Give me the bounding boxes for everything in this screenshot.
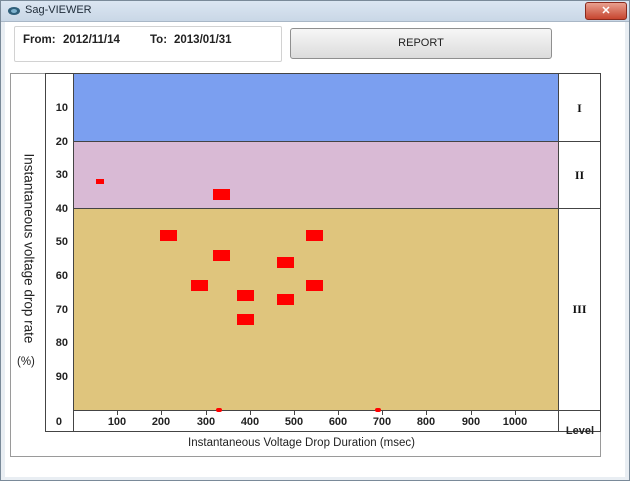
y-axis-unit: (%) [17, 356, 35, 368]
x-tick-label: 500 [284, 416, 304, 428]
y-tick-label: 60 [55, 270, 68, 282]
level-header: Level [565, 425, 595, 437]
to-label: To: [150, 34, 168, 46]
level-band-ii [73, 141, 558, 208]
data-point [216, 408, 223, 412]
level-column-divider [558, 73, 559, 432]
x-tick-mark [117, 410, 118, 415]
x-tick-mark [294, 410, 295, 415]
x-tick-mark [250, 410, 251, 415]
x-tick-mark [515, 410, 516, 415]
y-axis-label: Instantaneous voltage drop rate [21, 153, 37, 344]
data-point [212, 249, 230, 261]
date-range-box: From: 2012/11/14 To: 2013/01/31 [14, 26, 282, 62]
level-i-label: I [577, 101, 582, 115]
y-tick-label: 30 [55, 169, 68, 181]
data-point [305, 229, 323, 241]
x-axis-title: Instantaneous Voltage Drop Duration (mse… [188, 437, 415, 449]
x-tick-label: 100 [107, 416, 127, 428]
x-tick-label: 1000 [502, 416, 528, 428]
y-tick-label: 70 [55, 304, 68, 316]
title-bar[interactable]: Sag-VIEWER ✕ [1, 1, 629, 22]
data-point [276, 256, 294, 268]
close-button[interactable]: ✕ [585, 2, 627, 20]
y-axis-title: Instantaneous voltage drop rate [22, 148, 37, 348]
to-date: 2013/01/31 [174, 34, 232, 46]
y-tick-label: 20 [55, 136, 68, 148]
x-tick-mark [471, 410, 472, 415]
x-tick-mark [338, 410, 339, 415]
y-tick-label: 10 [55, 102, 68, 114]
x-tick-mark [206, 410, 207, 415]
app-eye-icon [8, 7, 20, 15]
data-point [237, 313, 255, 325]
x-tick-label: 900 [461, 416, 481, 428]
data-point [276, 293, 294, 305]
data-point [95, 179, 104, 185]
from-label: From: [23, 34, 56, 46]
x-tick-label: 600 [328, 416, 348, 428]
data-point [159, 229, 177, 241]
level-iii-label: III [572, 302, 587, 316]
y-tick-label: 40 [55, 203, 68, 215]
y-tick-label: 80 [55, 337, 68, 349]
from-date: 2012/11/14 [63, 34, 120, 46]
x-tick-label: 300 [196, 416, 216, 428]
window-title: Sag-VIEWER [25, 4, 92, 16]
x-tick-label: 800 [416, 416, 436, 428]
x-axis-line [73, 410, 601, 411]
level-divider-20 [73, 141, 601, 142]
level-divider-40 [73, 208, 601, 209]
data-point [375, 408, 382, 412]
x-tick-label: 200 [151, 416, 171, 428]
y-tick-label: 90 [55, 371, 68, 383]
data-point [237, 290, 255, 302]
x-tick-label: 400 [240, 416, 260, 428]
y-tick-label: 50 [55, 236, 68, 248]
data-point [190, 280, 208, 292]
data-point [212, 189, 230, 201]
report-button[interactable]: REPORT [290, 28, 552, 59]
level-band-i [73, 74, 558, 141]
x-tick-mark [426, 410, 427, 415]
x-tick-mark [382, 410, 383, 415]
y-tick-label: 0 [55, 416, 62, 428]
y-axis-line [73, 73, 74, 432]
data-point [305, 280, 323, 292]
x-tick-mark [161, 410, 162, 415]
level-ii-label: II [574, 168, 585, 182]
x-tick-label: 700 [372, 416, 392, 428]
